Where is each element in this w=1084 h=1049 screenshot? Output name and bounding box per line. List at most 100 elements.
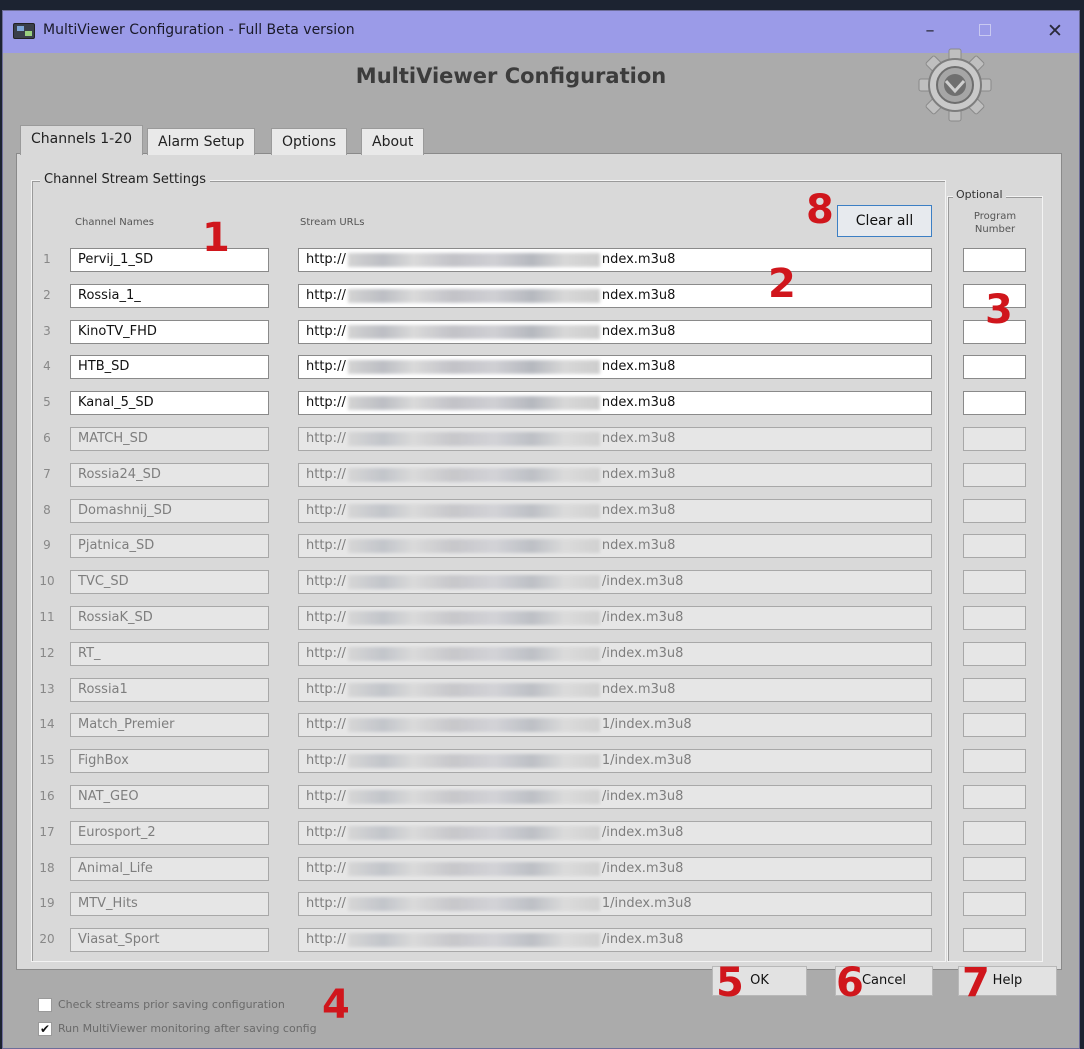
channel-name-field[interactable]: MATCH_SD: [70, 427, 269, 451]
run-monitoring-option[interactable]: ✔ Run MultiViewer monitoring after saving…: [38, 1022, 317, 1036]
program-header-line-1: Program: [973, 211, 1017, 222]
redacted-url-segment: [347, 717, 600, 732]
program-number-field[interactable]: [963, 892, 1026, 916]
channel-name-field[interactable]: HTB_SD: [70, 355, 269, 379]
stream-url-field[interactable]: http:// ndex.m3u8: [298, 463, 932, 487]
program-number-field[interactable]: [963, 678, 1026, 702]
tab-channels[interactable]: Channels 1-20: [20, 125, 143, 155]
channel-name-field[interactable]: KinoTV_FHD: [70, 320, 269, 344]
redacted-url-segment: [347, 359, 600, 374]
url-prefix: http://: [306, 896, 346, 911]
channel-number: 2: [43, 288, 51, 302]
channel-name-field[interactable]: MTV_Hits: [70, 892, 269, 916]
maximize-button[interactable]: [963, 15, 1007, 47]
stream-url-field[interactable]: http:// /index.m3u8: [298, 642, 932, 666]
stream-url-field[interactable]: http:// ndex.m3u8: [298, 355, 932, 379]
annotation-marker-6: 6: [836, 960, 864, 1006]
channel-name-field[interactable]: Animal_Life: [70, 857, 269, 881]
stream-url-field[interactable]: http:// /index.m3u8: [298, 606, 932, 630]
redacted-url-segment: [347, 288, 600, 303]
url-suffix: /index.m3u8: [601, 646, 684, 661]
channel-number: 8: [43, 503, 51, 517]
channel-number: 5: [43, 395, 51, 409]
stream-url-field[interactable]: http:// 1/index.m3u8: [298, 892, 932, 916]
maximize-icon: [979, 24, 991, 36]
stream-url-field[interactable]: http:// ndex.m3u8: [298, 391, 932, 415]
stream-url-field[interactable]: http:// ndex.m3u8: [298, 320, 932, 344]
program-number-field[interactable]: [963, 463, 1026, 487]
stream-urls-header: Stream URLs: [300, 217, 365, 228]
url-prefix: http://: [306, 610, 346, 625]
channel-name-field[interactable]: TVC_SD: [70, 570, 269, 594]
stream-url-field[interactable]: http:// 1/index.m3u8: [298, 749, 932, 773]
program-number-field[interactable]: [963, 642, 1026, 666]
tab-options[interactable]: Options: [271, 128, 348, 155]
redacted-url-segment: [347, 610, 600, 625]
channel-name-field[interactable]: RossiaK_SD: [70, 606, 269, 630]
page-title: MultiViewer Configuration: [355, 64, 667, 88]
channel-name-field[interactable]: Pervij_1_SD: [70, 248, 269, 272]
program-number-field[interactable]: [963, 928, 1026, 952]
program-number-field[interactable]: [963, 427, 1026, 451]
annotation-marker-5: 5: [716, 960, 744, 1006]
channel-name-field[interactable]: RT_: [70, 642, 269, 666]
tab-about[interactable]: About: [361, 128, 425, 155]
program-number-field[interactable]: [963, 821, 1026, 845]
url-prefix: http://: [306, 503, 346, 518]
channel-name-field[interactable]: Viasat_Sport: [70, 928, 269, 952]
close-button[interactable]: ✕: [1033, 15, 1077, 47]
run-monitoring-checkbox[interactable]: ✔: [38, 1022, 52, 1036]
stream-url-field[interactable]: http:// /index.m3u8: [298, 570, 932, 594]
channel-name-field[interactable]: Match_Premier: [70, 713, 269, 737]
program-number-field[interactable]: [963, 606, 1026, 630]
channel-name-field[interactable]: Eurosport_2: [70, 821, 269, 845]
program-number-field[interactable]: [963, 857, 1026, 881]
url-prefix: http://: [306, 431, 346, 446]
check-streams-checkbox[interactable]: [38, 998, 52, 1012]
program-number-field[interactable]: [963, 248, 1026, 272]
channel-name-field[interactable]: Rossia_1_: [70, 284, 269, 308]
stream-url-field[interactable]: http:// ndex.m3u8: [298, 534, 932, 558]
tab-alarm-setup[interactable]: Alarm Setup: [147, 128, 256, 155]
channel-number: 1: [43, 252, 51, 266]
program-number-field[interactable]: [963, 499, 1026, 523]
check-streams-option[interactable]: Check streams prior saving configuration: [38, 998, 285, 1012]
channel-name-field[interactable]: FighBox: [70, 749, 269, 773]
channel-name-field[interactable]: Rossia24_SD: [70, 463, 269, 487]
channel-name-field[interactable]: NAT_GEO: [70, 785, 269, 809]
url-suffix: /index.m3u8: [601, 789, 684, 804]
channel-name-field[interactable]: Pjatnica_SD: [70, 534, 269, 558]
redacted-url-segment: [347, 252, 600, 267]
channel-number: 11: [39, 610, 55, 624]
program-number-field[interactable]: [963, 713, 1026, 737]
channel-number: 19: [39, 896, 55, 910]
program-number-field[interactable]: [963, 355, 1026, 379]
channel-name-field[interactable]: Kanal_5_SD: [70, 391, 269, 415]
stream-url-field[interactable]: http:// ndex.m3u8: [298, 248, 932, 272]
url-suffix: ndex.m3u8: [601, 288, 676, 303]
stream-url-field[interactable]: http:// ndex.m3u8: [298, 427, 932, 451]
stream-url-field[interactable]: http:// ndex.m3u8: [298, 284, 932, 308]
minimize-button[interactable]: –: [908, 15, 952, 47]
program-number-field[interactable]: [963, 570, 1026, 594]
stream-url-field[interactable]: http:// 1/index.m3u8: [298, 713, 932, 737]
program-number-field[interactable]: [963, 785, 1026, 809]
url-suffix: ndex.m3u8: [601, 538, 676, 553]
channel-name-field[interactable]: Rossia1: [70, 678, 269, 702]
stream-url-field[interactable]: http:// ndex.m3u8: [298, 499, 932, 523]
clear-all-button[interactable]: Clear all: [837, 205, 932, 237]
stream-url-field[interactable]: http:// /index.m3u8: [298, 928, 932, 952]
url-suffix: 1/index.m3u8: [601, 896, 692, 911]
stream-url-field[interactable]: http:// /index.m3u8: [298, 857, 932, 881]
program-number-field[interactable]: [963, 749, 1026, 773]
url-prefix: http://: [306, 324, 346, 339]
program-header-line-2: Number: [974, 224, 1016, 235]
url-prefix: http://: [306, 646, 346, 661]
channel-name-field[interactable]: Domashnij_SD: [70, 499, 269, 523]
program-number-field[interactable]: [963, 534, 1026, 558]
optional-label: Optional: [953, 188, 1006, 201]
stream-url-field[interactable]: http:// ndex.m3u8: [298, 678, 932, 702]
stream-url-field[interactable]: http:// /index.m3u8: [298, 821, 932, 845]
stream-url-field[interactable]: http:// /index.m3u8: [298, 785, 932, 809]
program-number-field[interactable]: [963, 391, 1026, 415]
